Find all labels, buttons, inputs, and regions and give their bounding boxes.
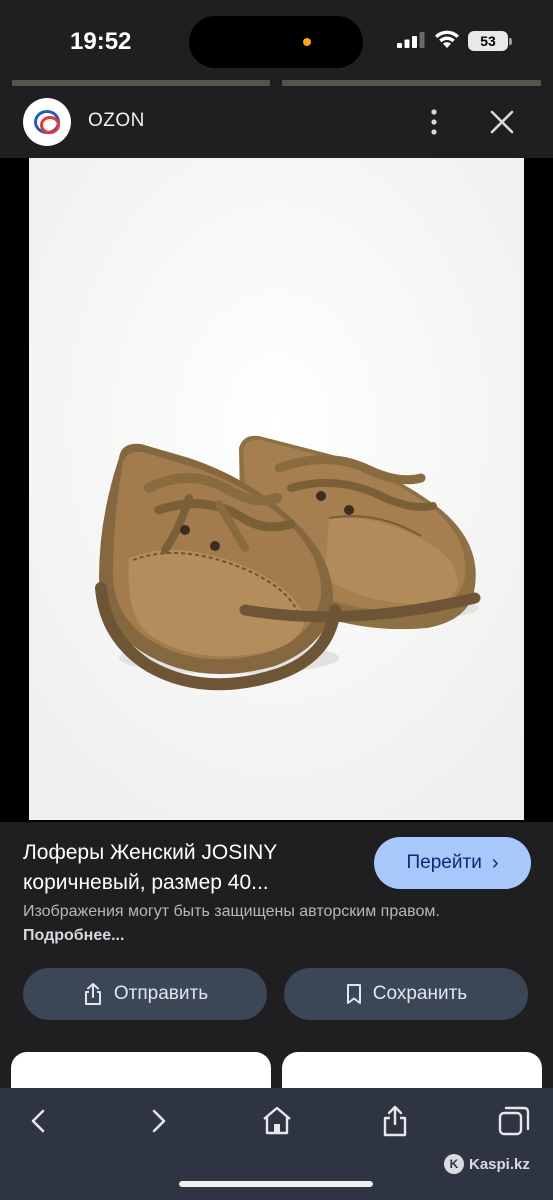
- wifi-icon: [435, 30, 459, 48]
- browser-toolbar: K Kaspi.kz: [0, 1088, 553, 1200]
- clock: 19:52: [70, 28, 132, 55]
- result-info-panel: Лоферы Женский JOSINY коричневый, размер…: [0, 822, 553, 1092]
- related-image-card[interactable]: [11, 1052, 271, 1092]
- share-button[interactable]: Отправить: [23, 968, 267, 1020]
- related-image-card[interactable]: [282, 1052, 542, 1092]
- indicator-dot: [303, 38, 311, 46]
- copyright-text: Изображения могут быть защищены авторски…: [23, 903, 440, 920]
- status-bar: 19:52 53: [0, 0, 553, 80]
- goto-label: Перейти: [406, 852, 482, 873]
- close-icon[interactable]: [486, 106, 518, 138]
- more-link[interactable]: Подробнее...: [23, 927, 124, 944]
- copyright-notice: Изображения могут быть защищены авторски…: [23, 900, 443, 948]
- share-icon[interactable]: [378, 1104, 412, 1138]
- product-photo[interactable]: [29, 158, 524, 820]
- source-header: OZON: [0, 86, 553, 158]
- bookmark-icon: [346, 984, 361, 1004]
- product-title[interactable]: Лоферы Женский JOSINY коричневый, размер…: [23, 838, 353, 898]
- back-icon[interactable]: [22, 1104, 56, 1138]
- save-button[interactable]: Сохранить: [284, 968, 528, 1020]
- share-icon: [84, 983, 101, 1005]
- home-icon[interactable]: [260, 1104, 294, 1138]
- watermark-text: Kaspi.kz: [469, 1155, 530, 1173]
- battery-icon: 53: [468, 31, 512, 51]
- logo-mark: [34, 110, 60, 134]
- share-label: Отправить: [113, 983, 209, 1004]
- shoe-illustration: [29, 158, 524, 820]
- goto-button[interactable]: Перейти ›: [374, 837, 531, 889]
- site-name[interactable]: OZON: [88, 110, 145, 132]
- chevron-right-icon: ›: [491, 851, 499, 874]
- home-indicator[interactable]: [179, 1181, 373, 1187]
- watermark: K Kaspi.kz: [444, 1154, 530, 1174]
- dynamic-island: [189, 16, 363, 68]
- ozon-logo[interactable]: [23, 98, 71, 146]
- tabs-icon[interactable]: [497, 1104, 531, 1138]
- image-viewer: [0, 158, 553, 822]
- more-vertical-icon[interactable]: [418, 106, 450, 138]
- forward-icon[interactable]: [141, 1104, 175, 1138]
- kaspi-logo: K: [444, 1154, 464, 1174]
- signal-icon: [397, 32, 425, 48]
- save-label: Сохранить: [372, 983, 468, 1004]
